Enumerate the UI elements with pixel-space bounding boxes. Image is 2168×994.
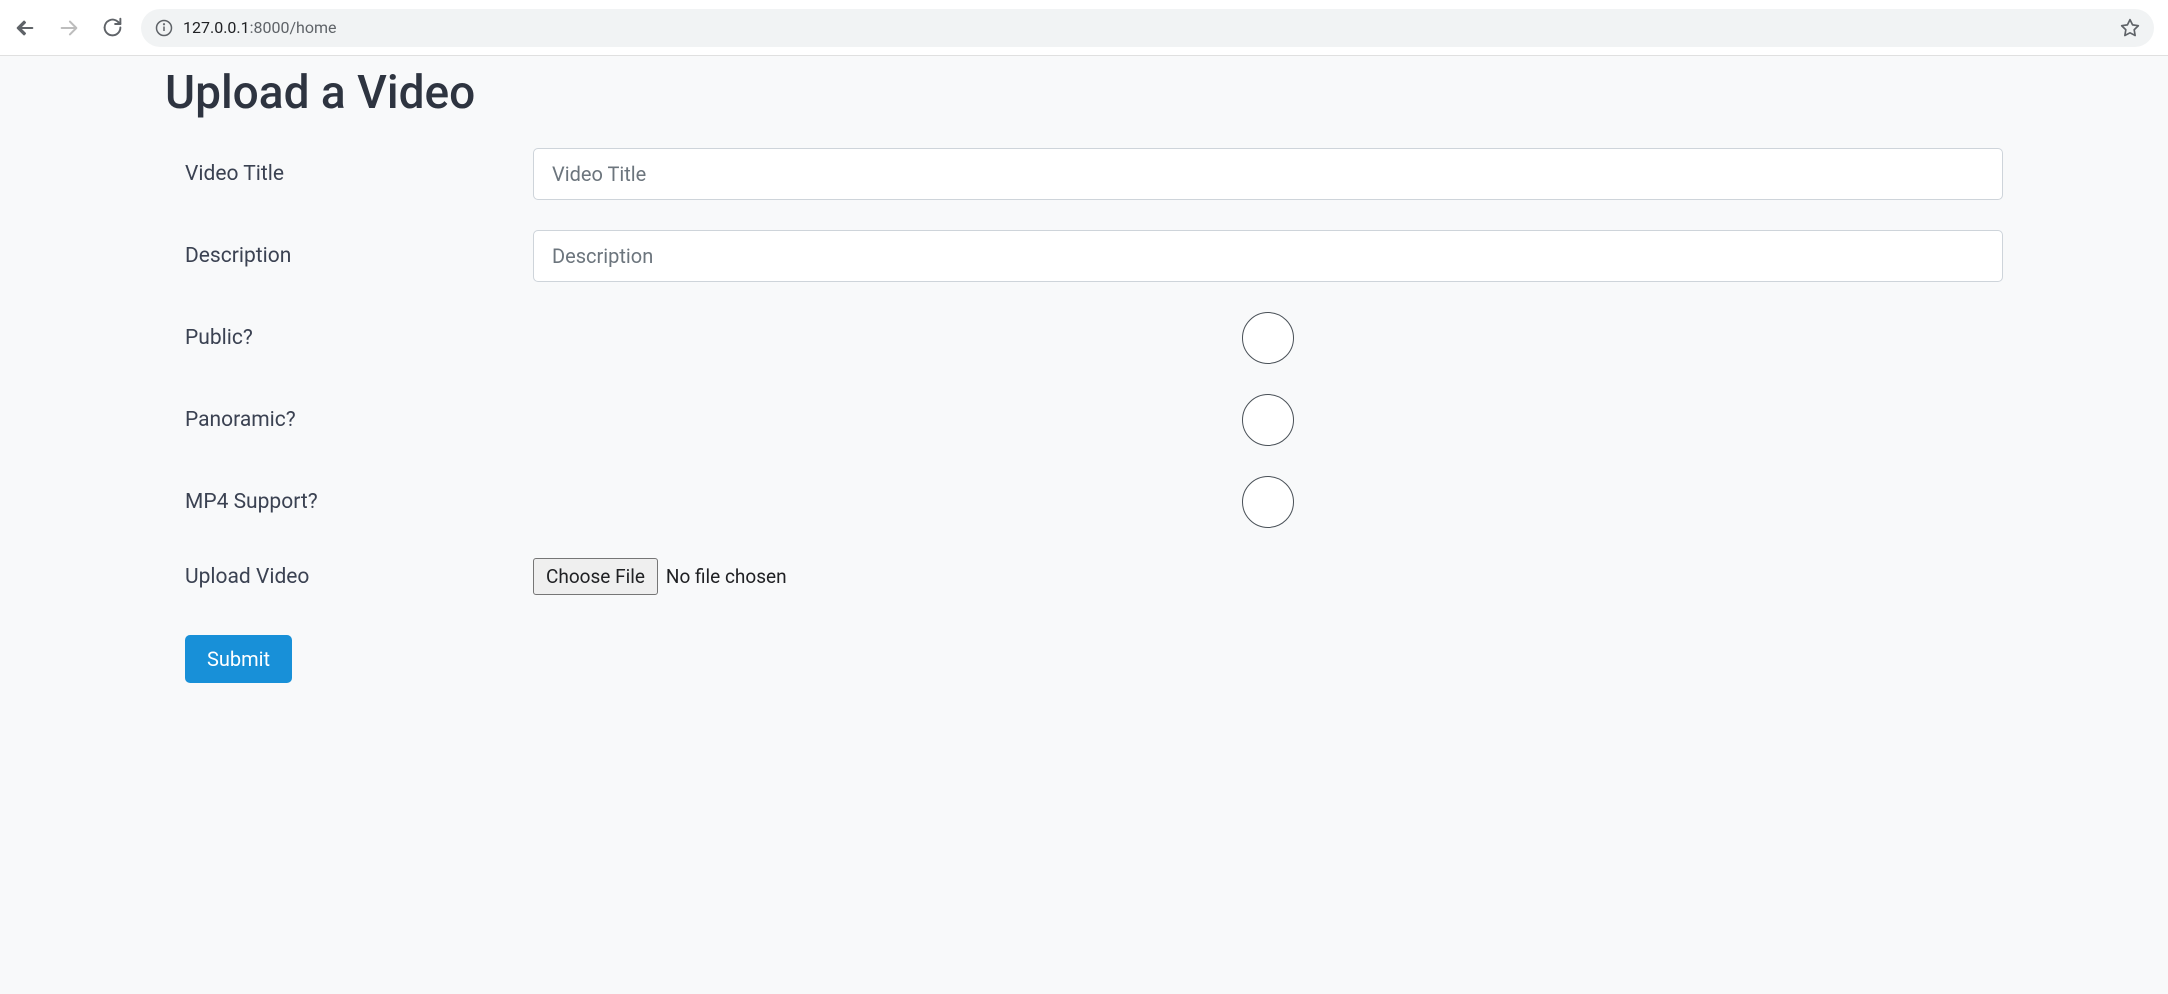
panoramic-label: Panoramic?	[185, 408, 533, 432]
video-title-wrapper	[533, 148, 2003, 200]
video-title-input[interactable]	[533, 148, 2003, 200]
url-host: 127.0.0.1	[183, 18, 250, 37]
mp4-support-radio-wrapper	[533, 476, 2003, 528]
info-icon[interactable]	[155, 19, 173, 37]
upload-video-label: Upload Video	[185, 565, 533, 589]
file-status-text: No file chosen	[666, 565, 787, 588]
description-label: Description	[185, 244, 533, 268]
bookmark-star-icon[interactable]	[2120, 18, 2140, 38]
choose-file-button[interactable]: Choose File	[533, 558, 658, 595]
form-row-description: Description	[165, 230, 2003, 282]
form-row-upload-video: Upload Video Choose File No file chosen	[165, 558, 2003, 595]
page-title: Upload a Video	[165, 56, 2003, 148]
mp4-support-label: MP4 Support?	[185, 490, 533, 514]
back-button[interactable]	[14, 17, 36, 39]
form-row-video-title: Video Title	[165, 148, 2003, 200]
file-input-wrapper: Choose File No file chosen	[533, 558, 2003, 595]
public-label: Public?	[185, 326, 533, 350]
submit-button[interactable]: Submit	[185, 635, 292, 683]
public-radio[interactable]	[1242, 312, 1294, 364]
upload-form: Video Title Description Public? Panorami…	[165, 148, 2003, 683]
url-port-path: :8000/home	[250, 18, 337, 37]
nav-buttons	[14, 17, 123, 39]
panoramic-radio[interactable]	[1242, 394, 1294, 446]
forward-button[interactable]	[58, 17, 80, 39]
address-bar[interactable]: 127.0.0.1:8000/home	[141, 9, 2154, 47]
description-wrapper	[533, 230, 2003, 282]
public-radio-wrapper	[533, 312, 2003, 364]
form-row-public: Public?	[165, 312, 2003, 364]
panoramic-radio-wrapper	[533, 394, 2003, 446]
form-row-panoramic: Panoramic?	[165, 394, 2003, 446]
description-input[interactable]	[533, 230, 2003, 282]
form-row-mp4-support: MP4 Support?	[165, 476, 2003, 528]
mp4-support-radio[interactable]	[1242, 476, 1294, 528]
page-content: Upload a Video Video Title Description P…	[0, 56, 2168, 994]
video-title-label: Video Title	[185, 162, 533, 186]
browser-toolbar: 127.0.0.1:8000/home	[0, 0, 2168, 56]
url-text: 127.0.0.1:8000/home	[183, 18, 337, 37]
reload-button[interactable]	[102, 17, 123, 38]
